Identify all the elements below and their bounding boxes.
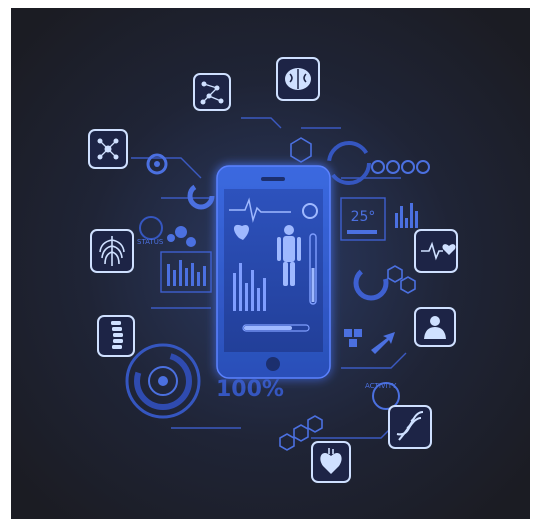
heartbeat-icon — [414, 229, 458, 273]
phone-home-button — [266, 357, 280, 371]
illustration-svg: 25° STATUS ACTIVITY 100% — [11, 8, 530, 519]
temperature-text: 25° — [351, 209, 376, 225]
person-icon — [414, 307, 456, 347]
phone-speaker — [261, 177, 285, 181]
heart-icon — [311, 441, 351, 483]
brain-icon — [276, 57, 320, 101]
activity-label: ACTIVITY — [365, 382, 397, 390]
status-label: STATUS — [137, 238, 164, 246]
dna-icon — [388, 405, 432, 449]
ribcage-icon — [90, 229, 134, 273]
big-number: 100% — [216, 377, 284, 402]
medical-tech-illustration: 25° STATUS ACTIVITY 100% — [11, 8, 530, 519]
molecule-icon — [193, 73, 231, 111]
spine-icon — [97, 315, 135, 357]
network-icon — [88, 129, 128, 169]
